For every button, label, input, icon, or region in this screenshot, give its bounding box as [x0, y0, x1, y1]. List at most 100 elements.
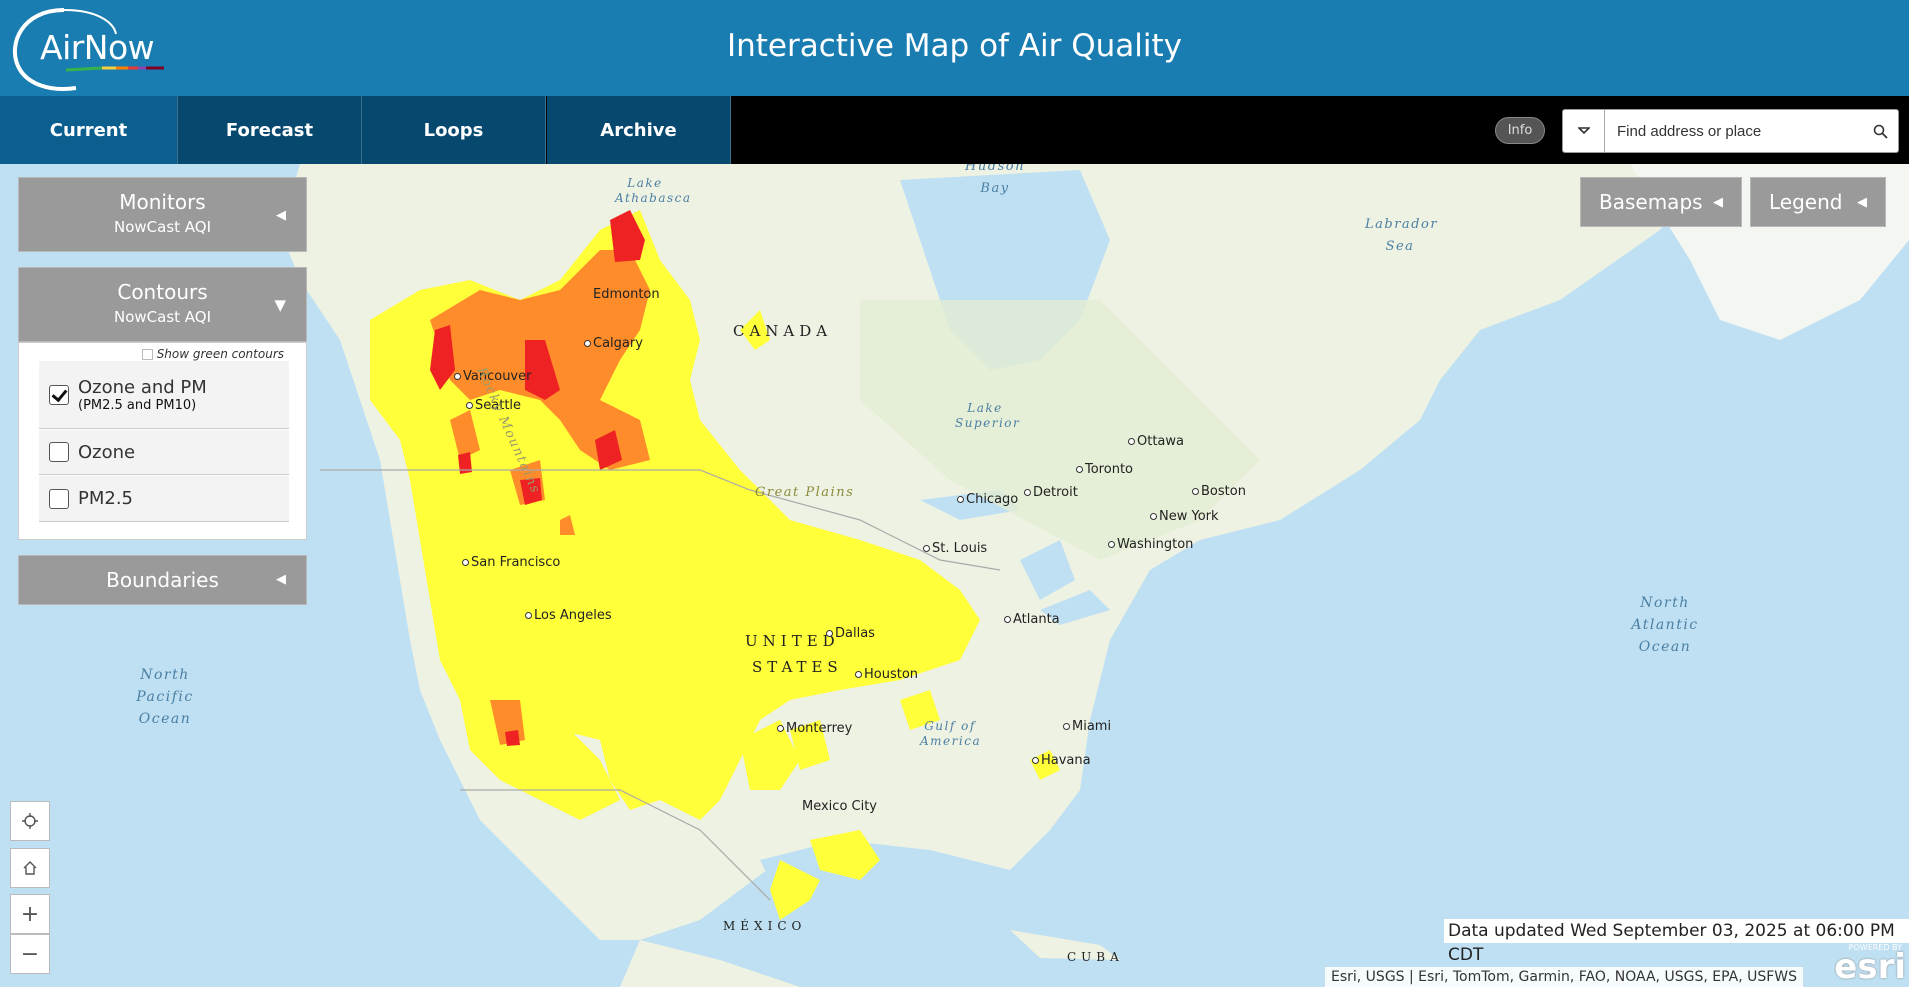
- label-hudson-bay: Hudson Bay: [965, 164, 1025, 196]
- label-new-york: New York: [1150, 509, 1219, 524]
- label-chicago: Chicago: [957, 492, 1018, 507]
- city-dot-icon: [1150, 513, 1157, 520]
- checkbox-ozone-pm[interactable]: [49, 384, 69, 405]
- tab-archive[interactable]: Archive: [547, 96, 731, 164]
- label-washington: Washington: [1108, 537, 1193, 552]
- zoom-in-button[interactable]: +: [10, 894, 50, 934]
- label-edmonton: Edmonton: [593, 287, 660, 302]
- option-ozone-pm-label: Ozone and PM: [78, 376, 207, 398]
- label-san-francisco: San Francisco: [462, 555, 560, 570]
- label-detroit: Detroit: [1024, 485, 1078, 500]
- label-north-atlantic: North Atlantic Ocean: [1631, 595, 1699, 655]
- label-calgary: Calgary: [584, 336, 643, 351]
- basemaps-button[interactable]: Basemaps ◀: [1580, 177, 1742, 227]
- collapse-left-icon: ◀: [1713, 194, 1723, 210]
- basemaps-label: Basemaps: [1599, 190, 1703, 214]
- label-boston: Boston: [1192, 484, 1246, 499]
- label-toronto: Toronto: [1076, 462, 1133, 477]
- city-dot-icon: [1192, 488, 1199, 495]
- checkbox-pm25[interactable]: [49, 488, 69, 509]
- caret-down-icon: [1577, 127, 1590, 135]
- city-dot-icon: [957, 496, 964, 503]
- data-updated-label: Data updated Wed September 03, 2025 at 0…: [1444, 919, 1909, 965]
- search-box: Find address or place: [1562, 109, 1899, 153]
- contours-subtitle: NowCast AQI: [113, 308, 212, 326]
- zoom-out-button[interactable]: −: [10, 934, 50, 974]
- label-lake-athabasca: Lake Athabasca: [615, 176, 692, 205]
- city-dot-icon: [466, 402, 473, 409]
- city-dot-icon: [1108, 541, 1115, 548]
- city-dot-icon: [584, 340, 591, 347]
- label-houston: Houston: [855, 667, 918, 682]
- label-atlanta: Atlanta: [1004, 612, 1060, 627]
- app-header: AirNow Interactive Map of Air Quality: [0, 0, 1909, 96]
- tab-forecast[interactable]: Forecast: [178, 96, 362, 164]
- monitors-subtitle: NowCast AQI: [113, 218, 212, 236]
- minus-icon: −: [20, 941, 40, 967]
- collapse-left-icon: ◀: [1857, 194, 1867, 210]
- label-lake-superior: Lake Superior: [955, 401, 1021, 430]
- show-green-contours-toggle[interactable]: Show green contours: [141, 347, 284, 361]
- tab-current[interactable]: Current: [0, 96, 178, 164]
- city-dot-icon: [462, 559, 469, 566]
- monitors-panel-header[interactable]: Monitors NowCast AQI ◀: [18, 177, 307, 252]
- option-ozone-label: Ozone: [78, 441, 136, 463]
- legend-button[interactable]: Legend ◀: [1750, 177, 1886, 227]
- option-ozone[interactable]: Ozone: [39, 430, 289, 475]
- label-dallas: Dallas: [826, 626, 875, 641]
- label-mexico: MÉXICO: [723, 919, 807, 933]
- option-ozone-pm[interactable]: Ozone and PM (PM2.5 and PM10): [39, 361, 289, 429]
- label-mexico-city: Mexico City: [802, 799, 878, 814]
- collapse-left-icon: ◀: [276, 572, 286, 587]
- search-icon[interactable]: [1862, 110, 1898, 152]
- search-source-dropdown[interactable]: [1563, 110, 1605, 152]
- label-north-pacific: North Pacific Ocean: [136, 667, 194, 727]
- legend-label: Legend: [1769, 190, 1843, 214]
- plus-icon: +: [20, 901, 40, 927]
- label-states: STATES: [752, 658, 843, 676]
- monitors-title: Monitors: [119, 190, 206, 214]
- home-button[interactable]: [10, 848, 50, 888]
- label-st-louis: St. Louis: [923, 541, 987, 556]
- city-dot-icon: [1004, 616, 1011, 623]
- locate-button[interactable]: [10, 801, 50, 841]
- label-monterrey: Monterrey: [777, 721, 852, 736]
- crosshair-icon: [22, 813, 38, 829]
- city-dot-icon: [777, 725, 784, 732]
- city-dot-icon: [525, 612, 532, 619]
- label-canada: CANADA: [733, 322, 833, 340]
- city-dot-icon: [826, 630, 833, 637]
- option-pm25-label: PM2.5: [78, 488, 134, 509]
- contours-panel-header[interactable]: Contours NowCast AQI ▼: [18, 267, 307, 342]
- city-dot-icon: [855, 671, 862, 678]
- esri-logo[interactable]: POWERED BY esri: [1822, 943, 1906, 987]
- city-dot-icon: [1076, 466, 1083, 473]
- label-miami: Miami: [1063, 719, 1111, 734]
- option-pm25[interactable]: PM2.5: [39, 476, 289, 522]
- green-contours-checkbox[interactable]: [141, 348, 153, 360]
- green-contours-label: Show green contours: [156, 347, 284, 361]
- search-input[interactable]: Find address or place: [1605, 123, 1862, 140]
- label-cuba: CUBA: [1067, 950, 1124, 964]
- city-dot-icon: [1032, 757, 1039, 764]
- esri-wordmark: esri: [1834, 947, 1906, 987]
- label-gulf-of-america: Gulf of America: [920, 719, 982, 748]
- label-labrador-sea: Labrador Sea: [1365, 217, 1439, 254]
- info-button[interactable]: Info: [1495, 117, 1545, 144]
- map-attribution: Esri, USGS | Esri, TomTom, Garmin, FAO, …: [1325, 967, 1804, 987]
- city-dot-icon: [454, 373, 461, 380]
- contours-title: Contours: [117, 280, 208, 304]
- collapse-left-icon: ◀: [276, 208, 286, 223]
- page-title: Interactive Map of Air Quality: [726, 28, 1183, 64]
- expand-down-icon: ▼: [274, 296, 286, 314]
- contours-panel-body: Show green contours Ozone and PM (PM2.5 …: [18, 342, 307, 540]
- boundaries-panel-header[interactable]: Boundaries ◀: [18, 555, 307, 605]
- label-ottawa: Ottawa: [1128, 434, 1184, 449]
- city-dot-icon: [923, 545, 930, 552]
- label-great-plains: Great Plains: [755, 485, 855, 500]
- label-los-angeles: Los Angeles: [525, 608, 612, 623]
- city-dot-icon: [1024, 489, 1031, 496]
- checkbox-ozone[interactable]: [49, 442, 69, 462]
- home-icon: [23, 861, 37, 875]
- tab-loops[interactable]: Loops: [362, 96, 546, 164]
